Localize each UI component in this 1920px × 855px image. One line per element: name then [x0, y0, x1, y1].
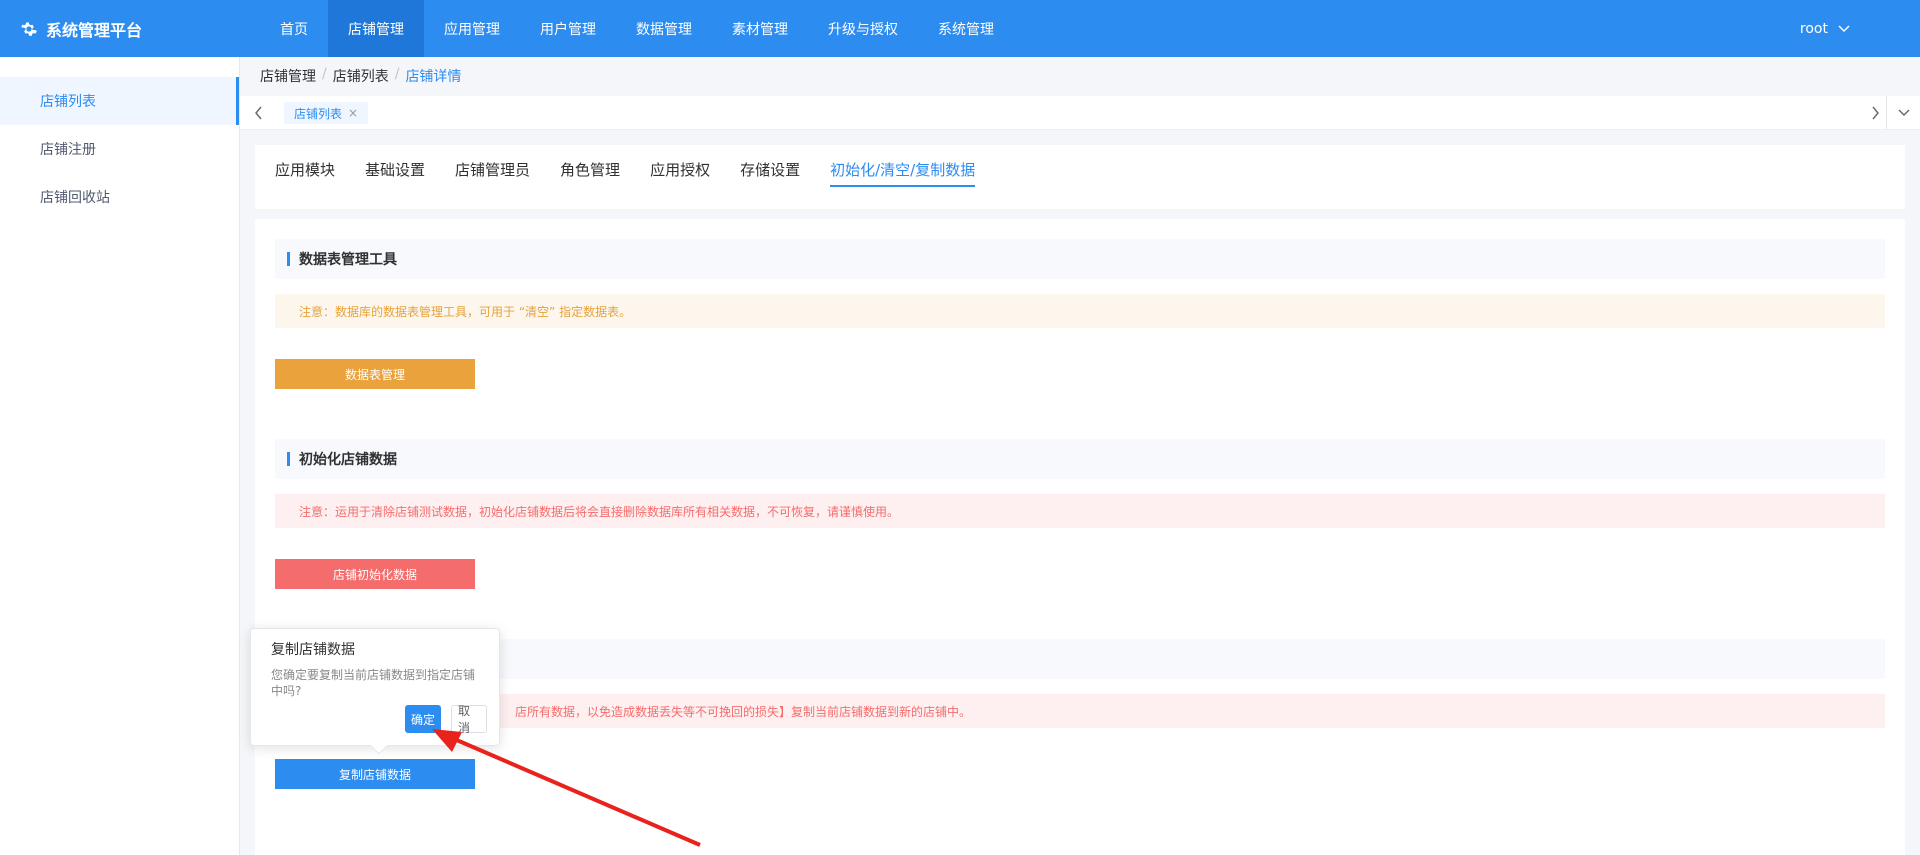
chevron-down-icon: [1838, 25, 1850, 32]
notice-copy-store: 店所有数据，以免造成数据丢失等不可挽回的损失】复制当前店铺数据到新的店铺中。: [275, 694, 1885, 728]
confirm-button[interactable]: 确定: [405, 705, 441, 733]
breadcrumb-separator: /: [394, 66, 400, 82]
chevron-right-icon[interactable]: [1870, 105, 1880, 121]
tab-store-admins[interactable]: 店铺管理员: [455, 145, 530, 193]
popover-message: 您确定要复制当前店铺数据到指定店铺中吗?: [271, 668, 476, 698]
copy-store-data-button[interactable]: 复制店铺数据: [275, 759, 475, 789]
breadcrumb-item[interactable]: 店铺列表: [333, 66, 389, 86]
breadcrumb: 店铺管理 / 店铺列表 / 店铺详情: [260, 66, 461, 86]
confirm-popover: 复制店铺数据 您确定要复制当前店铺数据到指定店铺中吗? 确定 取消: [250, 628, 500, 755]
tab-app-modules[interactable]: 应用模块: [275, 145, 335, 193]
tab-tag-store-list[interactable]: 店铺列表 ×: [284, 102, 369, 124]
sidebar: 店铺列表 店铺注册 店铺回收站: [0, 57, 240, 855]
brand-title: 系统管理平台: [46, 20, 143, 40]
tag-label: 店铺列表: [294, 106, 343, 121]
username: root: [1799, 20, 1828, 37]
tab-role-management[interactable]: 角色管理: [560, 145, 620, 193]
nav-home[interactable]: 首页: [260, 0, 328, 57]
notice-table-tools: 注意：数据库的数据表管理工具，可用于 “清空” 指定数据表。: [275, 294, 1885, 328]
section-title-copy-store: [275, 639, 1885, 679]
tab-init-clear-copy[interactable]: 初始化/清空/复制数据: [830, 145, 976, 193]
tab-app-authorization[interactable]: 应用授权: [650, 145, 710, 193]
notice-init-store: 注意：运用于清除店铺测试数据，初始化店铺数据后将会直接删除数据库所有相关数据，不…: [275, 494, 1885, 528]
tab-basic-settings[interactable]: 基础设置: [365, 145, 425, 193]
nav-system-management[interactable]: 系统管理: [918, 0, 1014, 57]
section-title-init-store: 初始化店铺数据: [275, 439, 1885, 479]
breadcrumb-item[interactable]: 店铺管理: [260, 66, 316, 86]
tag-menu-button[interactable]: [1886, 96, 1920, 130]
tag-bar: 店铺列表 ×: [240, 96, 1920, 130]
detail-tabs: 应用模块 基础设置 店铺管理员 角色管理 应用授权 存储设置 初始化/清空/复制…: [275, 145, 976, 193]
nav-asset-management[interactable]: 素材管理: [712, 0, 808, 57]
cancel-button[interactable]: 取消: [451, 704, 487, 735]
brand[interactable]: 系统管理平台: [20, 0, 142, 57]
panel-body: 数据表管理工具 注意：数据库的数据表管理工具，可用于 “清空” 指定数据表。 数…: [255, 209, 1905, 855]
top-navbar: 系统管理平台 首页 店铺管理 应用管理 用户管理 数据管理 素材管理 升级与授权…: [0, 0, 1920, 57]
sidebar-item-store-register[interactable]: 店铺注册: [0, 125, 239, 173]
popover-title: 复制店铺数据: [271, 642, 355, 658]
nav-store-management[interactable]: 店铺管理: [328, 0, 424, 57]
nav-data-management[interactable]: 数据管理: [616, 0, 712, 57]
nav-user-management[interactable]: 用户管理: [520, 0, 616, 57]
gear-icon: [21, 22, 37, 36]
chevron-down-icon: [1898, 109, 1909, 116]
nav-upgrade-license[interactable]: 升级与授权: [808, 0, 918, 57]
chevron-left-icon[interactable]: [254, 105, 264, 121]
main-panel: 应用模块 基础设置 店铺管理员 角色管理 应用授权 存储设置 初始化/清空/复制…: [255, 145, 1905, 855]
tab-storage-settings[interactable]: 存储设置: [740, 145, 800, 193]
sidebar-item-recycle-bin[interactable]: 店铺回收站: [0, 173, 239, 221]
sidebar-item-store-list[interactable]: 店铺列表: [0, 77, 239, 125]
close-icon[interactable]: ×: [348, 106, 358, 120]
section-title-table-tools: 数据表管理工具: [275, 239, 1885, 279]
init-store-data-button[interactable]: 店铺初始化数据: [275, 559, 475, 589]
main-nav: 首页 店铺管理 应用管理 用户管理 数据管理 素材管理 升级与授权 系统管理: [260, 0, 1014, 57]
breadcrumb-separator: /: [322, 66, 327, 82]
user-menu[interactable]: root: [1800, 0, 1850, 57]
nav-app-management[interactable]: 应用管理: [424, 0, 520, 57]
table-management-button[interactable]: 数据表管理: [275, 359, 475, 389]
breadcrumb-current: 店铺详情: [405, 69, 462, 85]
